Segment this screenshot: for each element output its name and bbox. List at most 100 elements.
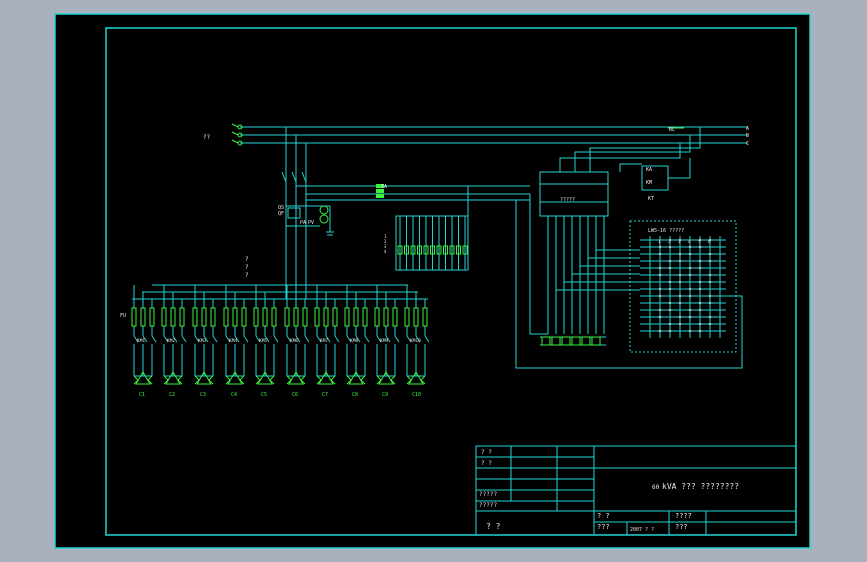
lw-contact	[699, 246, 701, 248]
bus-c-label: C	[746, 141, 749, 147]
lw-contact	[679, 281, 681, 283]
lw-contact	[669, 288, 671, 290]
lw-contact	[689, 253, 691, 255]
lw-contact	[679, 295, 681, 297]
lw-contact	[699, 309, 701, 311]
lw-contact	[659, 330, 661, 332]
lw-contact	[709, 302, 711, 304]
switch-label: KM1	[137, 338, 145, 344]
lw-contact	[659, 274, 661, 276]
pv-label: PV	[308, 220, 314, 226]
capacitor-label: C5	[261, 392, 267, 398]
title-bottom-mid-a: ? ?	[597, 512, 610, 520]
lw-contact	[709, 281, 711, 283]
lw-contact	[659, 295, 661, 297]
lw-contact	[689, 288, 691, 290]
lw-contact	[679, 316, 681, 318]
lw-contact	[709, 260, 711, 262]
fuse-label: FU	[120, 313, 126, 319]
lw-contact	[689, 295, 691, 297]
qf-label: QF	[278, 211, 284, 217]
lw-contact	[699, 260, 701, 262]
capacitor-label: C6	[292, 392, 298, 398]
cap-mark-2: ?	[245, 264, 249, 271]
lw-contact	[699, 267, 701, 269]
lw-contact	[669, 260, 671, 262]
lw-contact	[659, 253, 661, 255]
capacitor-label: C10	[412, 392, 421, 398]
lw-contact	[669, 302, 671, 304]
lw-contact	[699, 302, 701, 304]
switch-label: KM5	[259, 338, 267, 344]
title-bottom-mid-c: 2007 ? ?	[630, 527, 654, 533]
title-left-row-1: ? ?	[481, 449, 492, 456]
switch-label: KM7	[320, 338, 328, 344]
lw-contact	[699, 323, 701, 325]
lw-contact	[659, 246, 661, 248]
km-label: KM	[646, 180, 652, 186]
capacitor-label: C8	[352, 392, 358, 398]
rl-label: RL	[669, 127, 675, 133]
lw-contact	[689, 330, 691, 332]
lw-contact	[669, 281, 671, 283]
lw-contact	[689, 309, 691, 311]
switch-label: KM6	[290, 338, 298, 344]
title-bottom-right-b: ???	[675, 523, 688, 531]
title-bottom-left: ? ?	[486, 522, 501, 531]
title-prefix: 60	[652, 484, 660, 491]
ct-marker	[376, 194, 384, 198]
capacitor-label: C3	[200, 392, 206, 398]
meter-label: ?????	[560, 197, 575, 203]
lw-contact	[669, 330, 671, 332]
kt-label: KT	[648, 196, 654, 202]
bus-b-label: B	[746, 133, 749, 139]
lw-contact	[689, 246, 691, 248]
lw-contact	[699, 288, 701, 290]
lw-contact	[669, 267, 671, 269]
title-left-row-5: ?????	[479, 491, 497, 498]
ta-label: TA	[381, 184, 387, 190]
lw-contact	[669, 309, 671, 311]
switch-label: KM4	[229, 338, 237, 344]
switch-label: KM3	[198, 338, 206, 344]
lw-contact	[679, 302, 681, 304]
lw-label: LW5-16 ?????	[648, 228, 684, 234]
lw-contact	[689, 274, 691, 276]
cad-viewport[interactable]: ?? A B C QS QF TA PA PV ????? RL KT KA K…	[0, 0, 867, 562]
lw-contact	[659, 316, 661, 318]
lw-contact	[679, 274, 681, 276]
lw-contact	[689, 267, 691, 269]
capacitor-label: C4	[231, 392, 237, 398]
capacitor-label: C2	[169, 392, 175, 398]
lw-contact	[679, 323, 681, 325]
lw-contact	[659, 288, 661, 290]
lw-contact	[659, 309, 661, 311]
switch-label: KM9	[380, 338, 388, 344]
drawing-title: kVA ??? ????????	[662, 482, 739, 491]
title-left-row-2: ? ?	[481, 460, 492, 467]
lw-contact	[709, 323, 711, 325]
cap-mark-3: ?	[245, 272, 249, 279]
lw-contact	[709, 295, 711, 297]
lw-contact	[709, 274, 711, 276]
capacitor-label: C1	[139, 392, 145, 398]
title-bottom-right-a: ????	[675, 512, 692, 520]
source-label: ??	[203, 134, 211, 141]
bus-a-label: A	[746, 126, 749, 132]
pa-label: PA	[300, 220, 306, 226]
lw-contact	[709, 316, 711, 318]
capacitor-label: C7	[322, 392, 328, 398]
lw-contact	[699, 281, 701, 283]
capacitor-label: C9	[382, 392, 388, 398]
lw-contact	[669, 246, 671, 248]
lw-contact	[689, 316, 691, 318]
lw-contact	[679, 253, 681, 255]
title-bottom-mid-b: ???	[597, 523, 610, 531]
lw-contact	[709, 253, 711, 255]
switch-label: KM2	[167, 338, 175, 344]
switch-label: KM10	[410, 338, 421, 344]
lw-contact	[659, 267, 661, 269]
ka-label: KA	[646, 167, 652, 173]
schematic-drawing: ?? A B C QS QF TA PA PV ????? RL KT KA K…	[54, 13, 811, 549]
cap-mark-1: ?	[245, 256, 249, 263]
